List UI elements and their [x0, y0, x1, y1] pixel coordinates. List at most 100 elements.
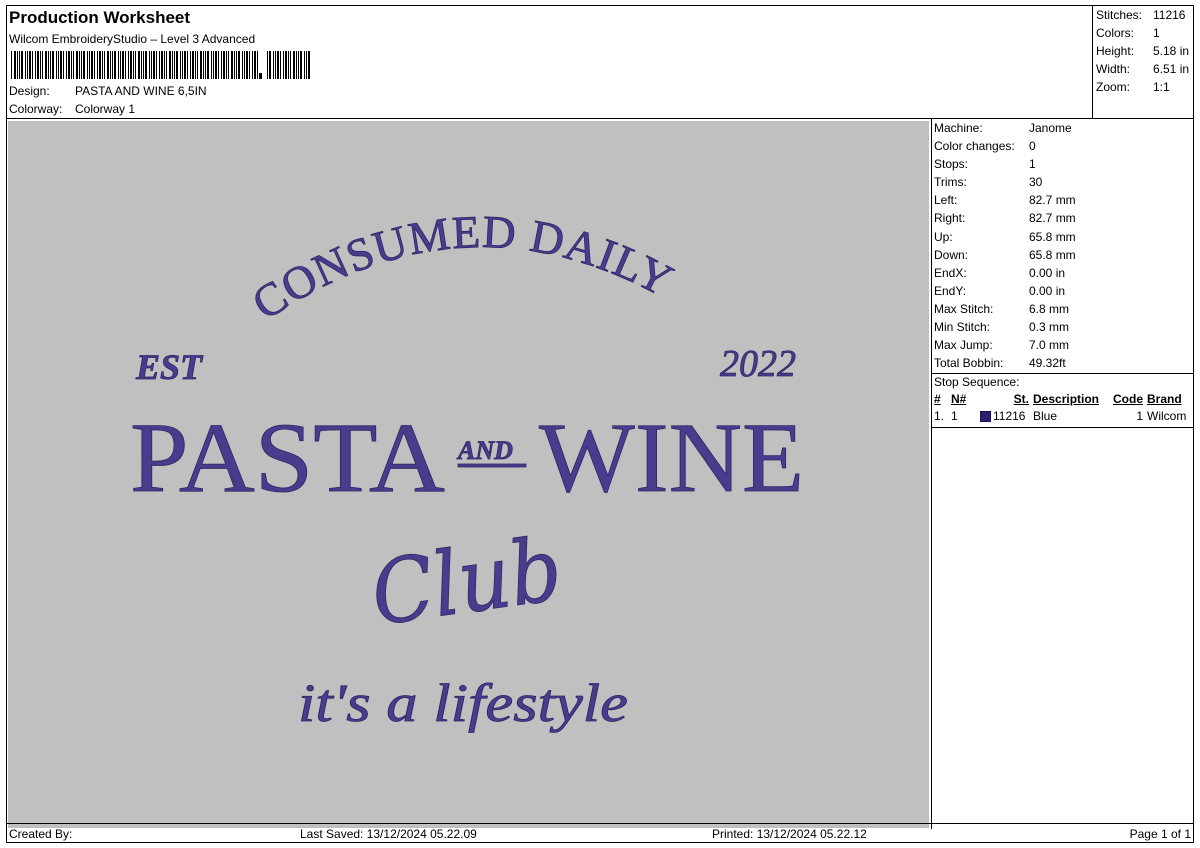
- info-value: 7.0 mm: [1029, 338, 1070, 353]
- info-row: EndX: 0.00 in: [932, 264, 1194, 282]
- barcode-bar: [190, 51, 191, 79]
- barcode-bar: [135, 51, 136, 79]
- info-value: 65.8 mm: [1029, 229, 1076, 244]
- barcode-bar: [187, 51, 188, 79]
- barcode-bar: [56, 51, 57, 79]
- barcode-bar: [66, 51, 67, 79]
- year-text: 2022: [720, 343, 796, 385]
- barcode-bar: [304, 51, 305, 79]
- barcode-bar: [99, 51, 101, 79]
- colorway-label: Colorway:: [9, 102, 63, 116]
- stat-label: Colors:: [1096, 26, 1135, 40]
- info-value: 82.7 mm: [1029, 193, 1076, 208]
- info-row: Right: 82.7 mm: [932, 209, 1194, 227]
- stop-sequence-row: 1. 1 11216 Blue 1 Wilcom: [932, 408, 1194, 425]
- barcode-bar: [215, 51, 217, 79]
- barcode-bar: [118, 51, 119, 79]
- barcode-bar: [280, 51, 281, 79]
- row-index: 1.: [934, 409, 945, 424]
- barcode-bar: [50, 51, 51, 79]
- stat-colors: Colors: 1: [1093, 25, 1194, 43]
- worksheet-footer: Created By: Last Saved: 13/12/2024 05.22…: [7, 823, 1194, 843]
- barcode-bar: [254, 51, 256, 79]
- barcode-bar: [25, 51, 26, 79]
- info-label: Down:: [934, 247, 969, 262]
- barcode-bar: [218, 51, 219, 79]
- barcode-bar: [285, 51, 287, 79]
- barcode-bar: [176, 51, 178, 79]
- barcode-bar: [21, 51, 23, 79]
- barcode-bar: [269, 51, 271, 79]
- info-label: Right:: [934, 211, 966, 226]
- barcode-bar: [45, 51, 47, 79]
- barcode-bar: [91, 51, 93, 79]
- info-value: 0.00 in: [1029, 265, 1066, 280]
- created-by: Created By:: [9, 827, 73, 841]
- worksheet-title: Production Worksheet: [9, 8, 191, 27]
- barcode-bar: [107, 51, 109, 79]
- row-needle: 1: [951, 409, 958, 424]
- colorway-value: Colorway 1: [75, 102, 136, 116]
- thread-color-swatch: [980, 411, 991, 423]
- club-script: Club: [365, 517, 567, 645]
- barcode-bar: [37, 51, 39, 79]
- and-text: AND: [456, 436, 513, 465]
- barcode-bar: [290, 51, 291, 79]
- barcode-bar: [19, 51, 20, 79]
- barcode-bar: [153, 51, 155, 79]
- barcode-bar: [71, 51, 72, 79]
- info-value: 0.00 in: [1029, 283, 1066, 298]
- info-value: 49.32ft: [1029, 356, 1066, 371]
- col-stitches: St.: [1013, 392, 1029, 407]
- row-brand: Wilcom: [1147, 409, 1187, 424]
- barcode-bar: [300, 51, 302, 79]
- worksheet-header: Production Worksheet Wilcom EmbroiderySt…: [7, 6, 1092, 118]
- info-label: Max Stitch:: [934, 301, 994, 316]
- barcode-bar: [174, 51, 175, 79]
- stat-value: 5.18 in: [1153, 44, 1190, 58]
- barcode-bar: [195, 51, 196, 79]
- pasta-text: PASTA: [130, 402, 445, 513]
- barcode-bar: [76, 51, 78, 79]
- barcode-bar: [114, 51, 116, 79]
- stat-value: 1: [1153, 26, 1160, 40]
- barcode-bar: [249, 51, 250, 79]
- barcode-bar: [236, 51, 237, 79]
- barcode-bar: [306, 51, 307, 79]
- info-list: Machine: Janome Color changes: 0 Stops: 1 Trim…: [932, 119, 1194, 372]
- row-stitches-cell: 11216: [980, 408, 1033, 425]
- barcode-bar: [244, 51, 245, 79]
- info-value: 6.8 mm: [1029, 301, 1070, 316]
- barcode-bar: [192, 51, 194, 79]
- info-row: Left: 82.7 mm: [932, 191, 1194, 209]
- barcode-bar: [143, 51, 144, 79]
- barcode-bar: [298, 51, 299, 79]
- barcode-bar: [102, 51, 103, 79]
- info-row: Min Stitch: 0.3 mm: [932, 318, 1194, 336]
- col-code: Code: [1113, 392, 1143, 407]
- stat-label: Height:: [1096, 44, 1135, 58]
- info-row: Max Stitch: 6.8 mm: [932, 300, 1194, 318]
- stat-stitches: Stitches: 11216: [1093, 7, 1194, 25]
- stop-sequence-divider: [932, 427, 1194, 429]
- barcode-bar: [221, 51, 222, 79]
- info-label: EndX:: [934, 265, 967, 280]
- barcode-bar: [184, 51, 186, 79]
- barcode-bar: [182, 51, 183, 79]
- barcode-bar: [104, 51, 105, 79]
- barcode-bar: [11, 51, 12, 79]
- barcode-bar: [128, 51, 129, 79]
- barcode-bar: [94, 51, 95, 79]
- barcode-bar: [40, 51, 41, 79]
- barcode-bar: [141, 51, 142, 79]
- barcode-bar: [17, 51, 18, 79]
- info-row: Machine: Janome: [932, 119, 1194, 137]
- barcode-bar: [42, 51, 43, 79]
- barcode-image: [11, 51, 310, 79]
- info-label: Up:: [934, 229, 953, 244]
- barcode-bar: [58, 51, 59, 79]
- arc-text-path: CONSUMED DAILY: [243, 205, 681, 329]
- barcode-bar: [259, 73, 262, 79]
- barcode-bar: [159, 51, 160, 79]
- row-code: 1: [1136, 409, 1143, 424]
